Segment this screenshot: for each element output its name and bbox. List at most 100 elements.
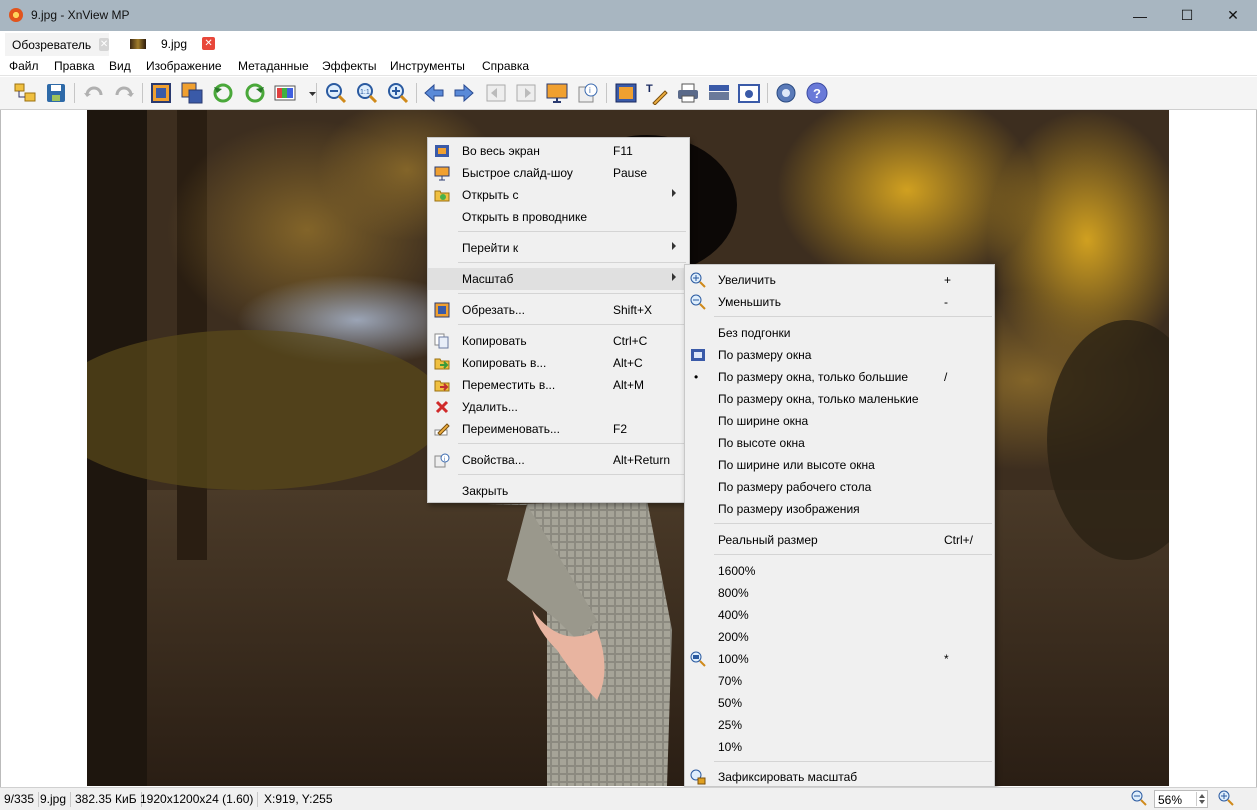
adjust-colors-icon[interactable]	[273, 81, 297, 105]
zoom-fit-window-item[interactable]: По размеру окна	[685, 344, 994, 366]
tab-image[interactable]: 9.jpg ✕	[116, 33, 226, 56]
menu-item-label: Закрыть	[462, 484, 509, 498]
actual-size-icon	[690, 651, 706, 667]
scanner-icon[interactable]	[707, 81, 731, 105]
zoom-fit-image-item[interactable]: По размеру изображения	[685, 498, 994, 520]
menu-image[interactable]: Изображение	[146, 59, 222, 73]
ctx-zoom[interactable]: Масштаб	[428, 268, 689, 290]
browser-icon[interactable]	[13, 81, 37, 105]
close-window-button[interactable]: ✕	[1210, 0, 1256, 31]
zoom-no-fit-item[interactable]: Без подгонки	[685, 322, 994, 344]
ctx-open-with[interactable]: Открыть с	[428, 184, 689, 206]
menu-item-label: По высоте окна	[718, 436, 805, 450]
zoom-100-item[interactable]: 100% *	[685, 648, 994, 670]
zoom-fit-width-or-height-item[interactable]: По ширине или высоте окна	[685, 454, 994, 476]
status-zoom-in-icon[interactable]	[1218, 790, 1234, 806]
tab-close-icon[interactable]: ✕	[99, 38, 109, 51]
zoom-lock-item[interactable]: Зафиксировать масштаб	[685, 766, 994, 788]
help-icon[interactable]: ?	[805, 81, 829, 105]
zoom-actual-size-item[interactable]: Реальный размер Ctrl+/	[685, 529, 994, 551]
zoom-fit-desktop-item[interactable]: По размеру рабочего стола	[685, 476, 994, 498]
zoom-spinner-icon[interactable]	[1196, 792, 1206, 806]
menu-help[interactable]: Справка	[482, 59, 529, 73]
ctx-rename[interactable]: Переименовать... F2	[428, 418, 689, 440]
info-icon[interactable]: i	[576, 81, 600, 105]
zoom-out-item[interactable]: Уменьшить -	[685, 291, 994, 313]
zoom-10-item[interactable]: 10%	[685, 736, 994, 758]
menu-tools[interactable]: Инструменты	[390, 59, 465, 73]
zoom-400-item[interactable]: 400%	[685, 604, 994, 626]
zoom-fit-width-item[interactable]: По ширине окна	[685, 410, 994, 432]
ctx-open-in-explorer[interactable]: Открыть в проводнике	[428, 206, 689, 228]
zoom-level-input[interactable]: 56%	[1154, 790, 1208, 808]
tab-label: Обозреватель	[12, 37, 92, 52]
menu-edit[interactable]: Правка	[54, 59, 95, 73]
lock-zoom-icon	[690, 769, 706, 785]
ctx-copy[interactable]: Копировать Ctrl+C	[428, 330, 689, 352]
menu-item-label: 200%	[718, 630, 749, 644]
menu-separator	[458, 262, 686, 263]
edit-text-icon[interactable]: T	[645, 81, 669, 105]
zoom-in-icon[interactable]	[386, 81, 410, 105]
rotate-right-icon[interactable]	[243, 81, 267, 105]
ctx-go-to[interactable]: Перейти к	[428, 237, 689, 259]
print-icon[interactable]	[676, 81, 700, 105]
ctx-fullscreen[interactable]: Во весь экран F11	[428, 140, 689, 162]
status-zoom-out-icon[interactable]	[1131, 790, 1147, 806]
tab-browser[interactable]: Обозреватель ✕	[5, 33, 109, 56]
next-icon[interactable]	[452, 81, 476, 105]
menu-effects[interactable]: Эффекты	[322, 59, 377, 73]
save-icon[interactable]	[44, 81, 68, 105]
first-icon[interactable]	[484, 81, 508, 105]
adjust-colors-dropdown-icon[interactable]	[300, 81, 316, 105]
menu-file[interactable]: Файл	[9, 59, 39, 73]
toolbar: 1:1 i T ?	[0, 77, 1257, 110]
open-with-icon	[434, 187, 450, 203]
selected-bullet: •	[694, 370, 699, 384]
zoom-50-item[interactable]: 50%	[685, 692, 994, 714]
zoom-800-item[interactable]: 800%	[685, 582, 994, 604]
tab-bar: Обозреватель ✕ 9.jpg ✕	[0, 31, 1257, 56]
menu-item-label: Реальный размер	[718, 533, 818, 547]
previous-icon[interactable]	[422, 81, 446, 105]
ctx-slideshow[interactable]: Быстрое слайд-шоу Pause	[428, 162, 689, 184]
menu-item-label: Копировать в...	[462, 356, 547, 370]
menu-view[interactable]: Вид	[109, 59, 131, 73]
fullscreen-icon[interactable]	[614, 81, 638, 105]
undo-icon[interactable]	[82, 81, 106, 105]
svg-text:T: T	[646, 83, 653, 95]
zoom-fit-height-item[interactable]: По высоте окна	[685, 432, 994, 454]
zoom-out-icon[interactable]	[324, 81, 348, 105]
ctx-close[interactable]: Закрыть	[428, 480, 689, 502]
slideshow-icon[interactable]	[545, 81, 569, 105]
settings-icon[interactable]	[774, 81, 798, 105]
ctx-crop[interactable]: Обрезать... Shift+X	[428, 299, 689, 321]
zoom-70-item[interactable]: 70%	[685, 670, 994, 692]
menu-item-shortcut: Alt+C	[613, 356, 643, 370]
zoom-out-icon	[690, 294, 706, 310]
zoom-200-item[interactable]: 200%	[685, 626, 994, 648]
resize-icon[interactable]	[180, 81, 204, 105]
zoom-fit-window-small-item[interactable]: По размеру окна, только маленькие	[685, 388, 994, 410]
ctx-copy-to[interactable]: Копировать в... Alt+C	[428, 352, 689, 374]
zoom-level-value: 56%	[1158, 793, 1183, 807]
menu-metadata[interactable]: Метаданные	[238, 59, 309, 73]
crop-icon[interactable]	[149, 81, 173, 105]
ctx-move-to[interactable]: Переместить в... Alt+M	[428, 374, 689, 396]
zoom-25-item[interactable]: 25%	[685, 714, 994, 736]
zoom-fit-icon[interactable]: 1:1	[355, 81, 379, 105]
maximize-button[interactable]: ☐	[1164, 0, 1210, 31]
zoom-1600-item[interactable]: 1600%	[685, 560, 994, 582]
minimize-button[interactable]: —	[1117, 0, 1163, 31]
rotate-left-icon[interactable]	[211, 81, 235, 105]
redo-icon[interactable]	[112, 81, 136, 105]
ctx-properties[interactable]: i Свойства... Alt+Return	[428, 449, 689, 471]
tab-close-icon[interactable]: ✕	[202, 37, 216, 50]
capture-icon[interactable]	[737, 81, 761, 105]
window-title: 9.jpg - XnView MP	[31, 8, 130, 22]
zoom-fit-window-large-item[interactable]: • По размеру окна, только большие /	[685, 366, 994, 388]
ctx-delete[interactable]: Удалить...	[428, 396, 689, 418]
menu-item-label: По размеру рабочего стола	[718, 480, 872, 494]
last-icon[interactable]	[514, 81, 538, 105]
zoom-in-item[interactable]: Увеличить +	[685, 269, 994, 291]
